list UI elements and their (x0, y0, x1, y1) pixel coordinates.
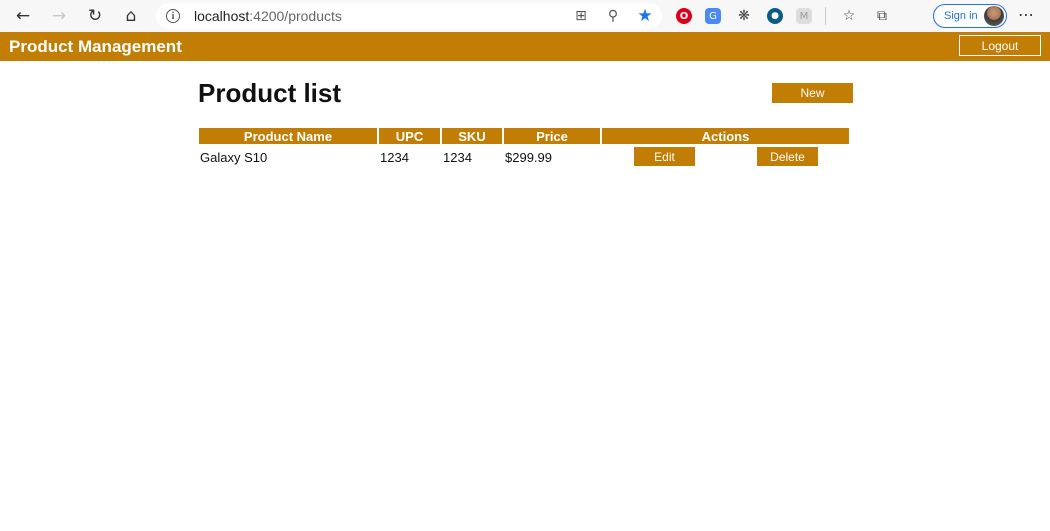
home-icon[interactable]: ⌂ (120, 5, 142, 27)
toolbar-divider (825, 7, 826, 25)
globe-extension-icon[interactable]: ● (767, 8, 783, 24)
m-extension-icon[interactable]: M (796, 8, 812, 24)
info-icon[interactable]: i (166, 9, 180, 23)
cell-actions: Edit Delete (602, 146, 849, 168)
app-header: Product Management Logout (0, 32, 1050, 61)
table-row: Galaxy S10 1234 1234 $299.99 Edit Delete (199, 146, 849, 168)
app-grid-icon[interactable]: ⊞ (572, 7, 590, 25)
cell-sku: 1234 (443, 149, 472, 165)
opera-extension-icon[interactable]: O (676, 8, 692, 24)
sign-in-label: Sign in (944, 10, 978, 22)
header-sku: SKU (442, 128, 502, 144)
cell-product-name: Galaxy S10 (200, 149, 268, 165)
table-header-row: Product Name UPC SKU Price Actions (199, 128, 849, 144)
browser-toolbar: ← → ↻ ⌂ i localhost:4200/products ⊞ ⚲ ★ … (0, 0, 1050, 32)
logout-button[interactable]: Logout (959, 35, 1041, 56)
bug-extension-icon[interactable]: ❋ (734, 6, 754, 26)
page-title: Product list (198, 78, 342, 108)
forward-arrow-icon[interactable]: → (48, 5, 70, 27)
back-arrow-icon[interactable]: ← (12, 5, 34, 27)
url-host: localhost (194, 8, 250, 24)
extensions-bar: O G ❋ ● M ☆ ⧉ (676, 6, 892, 26)
collections-icon[interactable]: ⧉ (872, 6, 892, 26)
url-text[interactable]: localhost:4200/products (194, 8, 342, 24)
address-bar[interactable]: i localhost:4200/products ⊞ ⚲ ★ (156, 3, 662, 29)
key-icon[interactable]: ⚲ (604, 7, 622, 25)
sign-in-button[interactable]: Sign in (933, 4, 1007, 28)
delete-button[interactable]: Delete (757, 147, 818, 166)
avatar (984, 6, 1004, 26)
header-actions: Actions (602, 128, 849, 144)
url-path: :4200/products (249, 8, 342, 24)
translate-extension-icon[interactable]: G (705, 8, 721, 24)
product-table: Product Name UPC SKU Price Actions Galax… (197, 126, 851, 170)
cell-upc: 1234 (380, 149, 409, 165)
header-upc: UPC (379, 128, 440, 144)
more-options-icon[interactable]: ⋯ (1018, 5, 1034, 24)
address-bar-icons: ⊞ ⚲ ★ (572, 6, 654, 26)
header-product-name: Product Name (199, 128, 377, 144)
header-price: Price (504, 128, 600, 144)
cell-price: $299.99 (505, 149, 552, 165)
edit-button[interactable]: Edit (634, 147, 695, 166)
favorite-star-icon[interactable]: ★ (636, 6, 654, 26)
app-title: Product Management (9, 36, 182, 56)
refresh-icon[interactable]: ↻ (84, 5, 106, 27)
favorites-list-icon[interactable]: ☆ (839, 6, 859, 26)
new-product-button[interactable]: New (772, 83, 853, 103)
